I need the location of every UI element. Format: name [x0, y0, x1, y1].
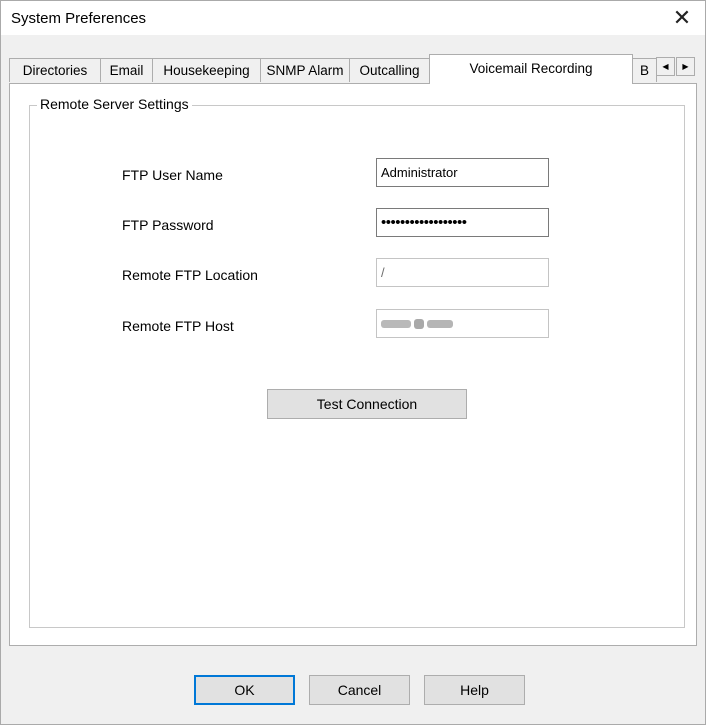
remote-ftp-host-input[interactable] [376, 309, 549, 338]
tab-outcalling[interactable]: Outcalling [349, 58, 430, 82]
close-icon: ✕ [672, 5, 692, 30]
arrow-left-icon: ◀ [662, 62, 669, 71]
ok-button[interactable]: OK [194, 675, 295, 705]
ftp-password-label: FTP Password [122, 217, 214, 233]
remote-ftp-host-label: Remote FTP Host [122, 318, 234, 334]
help-button[interactable]: Help [424, 675, 525, 705]
tab-housekeeping[interactable]: Housekeeping [152, 58, 261, 82]
tab-scroll-right-button[interactable]: ▶ [676, 57, 695, 76]
arrow-right-icon: ▶ [682, 62, 689, 71]
tab-voicemail-recording[interactable]: Voicemail Recording [429, 54, 633, 84]
tab-scroller: ◀ ▶ [656, 57, 696, 77]
redacted-host-value [381, 318, 453, 329]
ftp-user-name-input[interactable]: Administrator [376, 158, 549, 187]
test-connection-button[interactable]: Test Connection [267, 389, 467, 419]
tab-email[interactable]: Email [100, 58, 153, 82]
tab-scroll-left-button[interactable]: ◀ [656, 57, 675, 76]
remote-server-settings-group: Remote Server Settings FTP User Name Adm… [29, 96, 685, 628]
title-bar: System Preferences ✕ [1, 1, 705, 35]
group-label: Remote Server Settings [37, 96, 192, 112]
tab-b[interactable]: B [632, 58, 657, 82]
tab-panel: Remote Server Settings FTP User Name Adm… [9, 83, 697, 646]
close-button[interactable]: ✕ [659, 1, 705, 35]
tab-snmp-alarm[interactable]: SNMP Alarm [260, 58, 350, 82]
system-preferences-dialog: System Preferences ✕ Directories Email H… [0, 0, 706, 725]
tab-directories[interactable]: Directories [9, 58, 101, 82]
window-title: System Preferences [11, 10, 147, 27]
ftp-password-input[interactable]: •••••••••••••••••• [376, 208, 549, 237]
cancel-button[interactable]: Cancel [309, 675, 410, 705]
remote-ftp-location-label: Remote FTP Location [122, 267, 258, 283]
ftp-user-name-label: FTP User Name [122, 167, 223, 183]
remote-ftp-location-input[interactable]: / [376, 258, 549, 287]
